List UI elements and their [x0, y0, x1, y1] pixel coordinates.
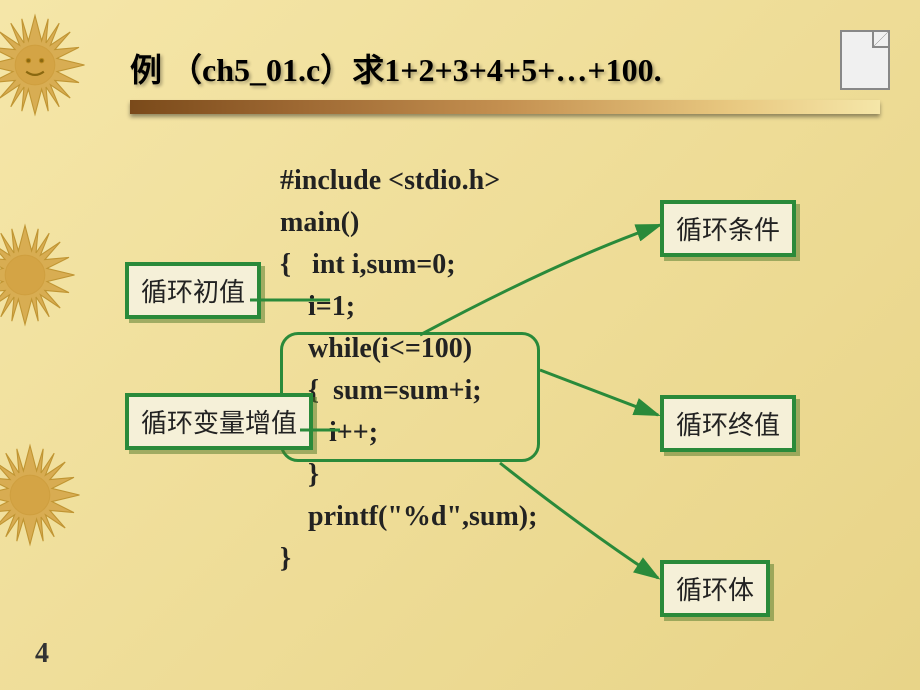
code-line: }: [280, 543, 291, 574]
code-block: #include <stdio.h> main() { int i,sum=0;…: [280, 160, 537, 580]
sun-decoration-icon: [0, 440, 85, 550]
code-line: printf("%d",sum);: [280, 501, 537, 532]
code-line: }: [280, 459, 319, 490]
sun-decoration-icon: [0, 220, 80, 330]
slide-title: 例 （ch5_01.c）求1+2+3+4+5+…+100.: [130, 45, 662, 91]
label-loop-condition: 循环条件: [660, 200, 796, 257]
title-underline: [130, 100, 880, 114]
code-line: main(): [280, 207, 359, 238]
label-loop-end: 循环终值: [660, 395, 796, 452]
page-number: 4: [35, 638, 49, 670]
sun-decoration-icon: [0, 10, 90, 120]
code-line: #include <stdio.h>: [280, 165, 500, 196]
label-loop-init: 循环初值: [125, 262, 261, 319]
code-line: i=1;: [280, 291, 355, 322]
code-line: { int i,sum=0;: [280, 249, 456, 280]
label-loop-increment: 循环变量增值: [125, 393, 313, 450]
code-line: while(i<=100): [280, 333, 472, 364]
page-icon: [840, 30, 890, 90]
label-loop-body: 循环体: [660, 560, 770, 617]
